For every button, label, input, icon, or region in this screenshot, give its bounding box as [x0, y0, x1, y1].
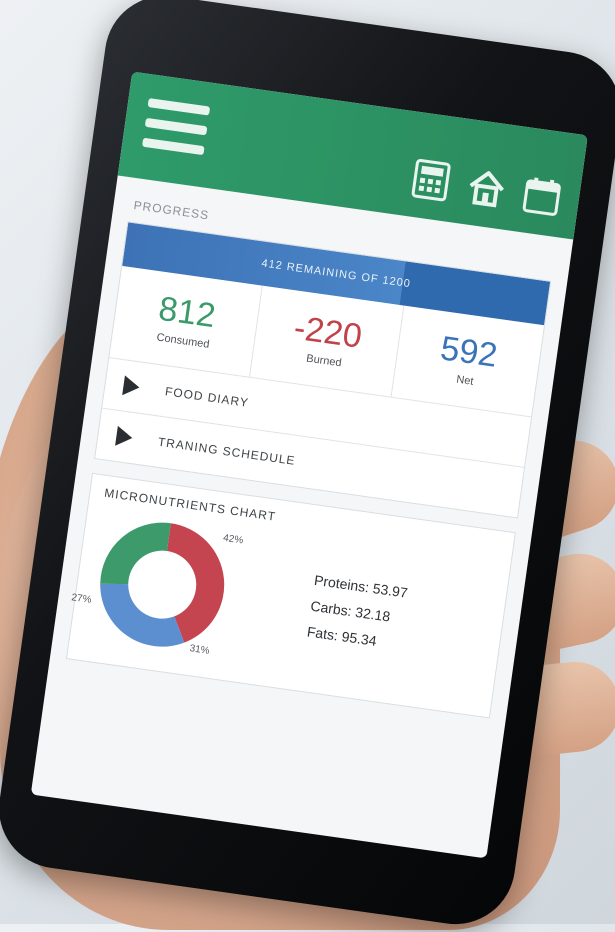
nav-label: FOOD DIARY	[164, 384, 250, 410]
photo-scene: PROGRESS 412 REMAINING OF 1200 812 Consu…	[0, 0, 615, 932]
donut-slice-1	[100, 583, 185, 647]
calendar-icon[interactable]	[520, 173, 563, 218]
stat-net: 592 Net	[391, 306, 544, 417]
donut-slice-2	[100, 522, 171, 585]
calculator-icon[interactable]	[410, 158, 453, 203]
nav-label: TRANING SCHEDULE	[157, 434, 297, 468]
slice-label: 27%	[70, 592, 93, 606]
app-body: PROGRESS 412 REMAINING OF 1200 812 Consu…	[50, 175, 573, 720]
phone: PROGRESS 412 REMAINING OF 1200 812 Consu…	[0, 0, 615, 932]
donut-chart: 42% 31% 27%	[71, 506, 301, 672]
progress-card: 412 REMAINING OF 1200 812 Consumed -220 …	[94, 221, 552, 519]
micronutrients-card: MICRONUTRIENTS CHART 42% 31% 27% Protein…	[65, 472, 516, 719]
header-icons	[410, 158, 564, 218]
play-arrow-icon	[115, 425, 134, 448]
play-arrow-icon	[122, 375, 141, 398]
donut-svg	[100, 522, 225, 647]
macros-list: Proteins: 53.97 Carbs: 32.18 Fats: 95.34	[305, 567, 409, 657]
home-icon[interactable]	[465, 165, 508, 210]
hamburger-menu-icon[interactable]	[141, 98, 211, 156]
